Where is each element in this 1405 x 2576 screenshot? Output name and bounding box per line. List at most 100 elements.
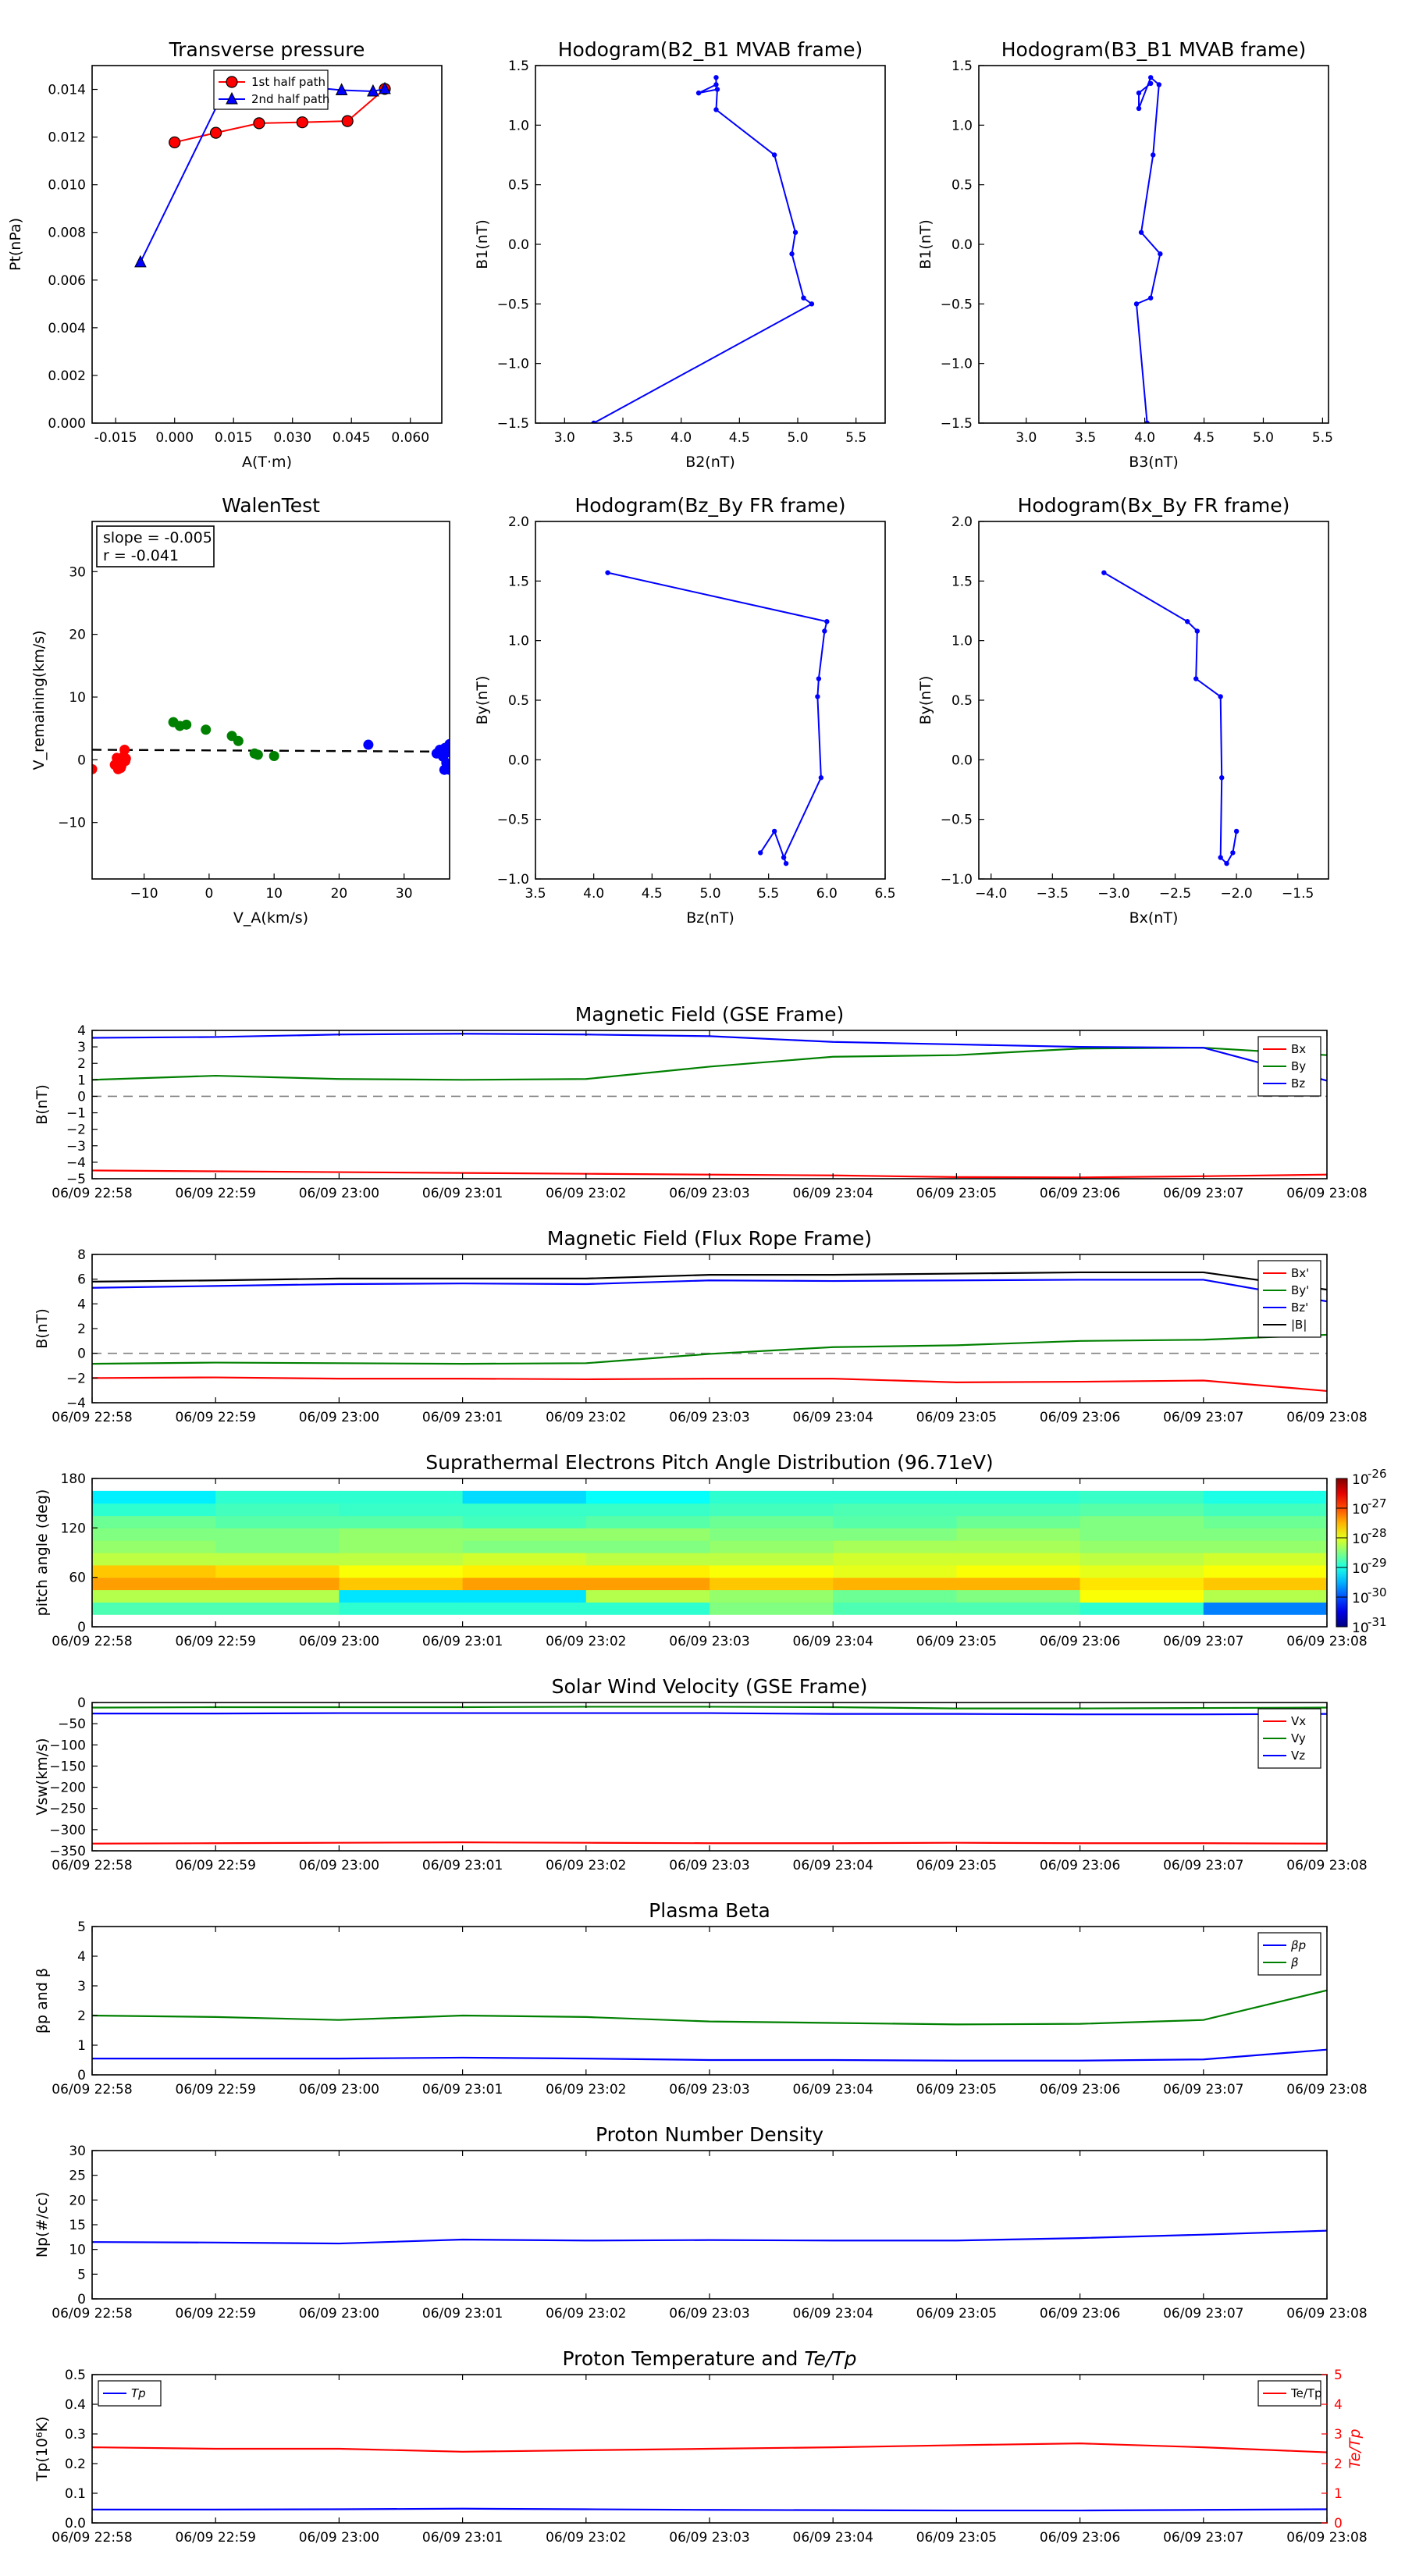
y-tick-label: 1.0 [508,118,529,133]
y-tick-label: 0.008 [48,226,86,241]
legend-label: Bx' [1291,1266,1309,1280]
x-tick-label: 06/09 23:08 [1286,1410,1367,1425]
x-tick-label: 06/09 23:05 [916,1410,997,1425]
legend-label: Bz [1291,1076,1305,1091]
y-tick-label: −4 [66,1396,86,1411]
heatmap-cell [585,1577,710,1591]
x-tick-label: 06/09 23:01 [422,2530,503,2546]
x-tick-label: 6.0 [816,886,838,902]
heatmap-cell [833,1528,957,1541]
x-tick-label: 06/09 23:06 [1040,1410,1120,1425]
data-point [771,828,777,834]
heatmap-cell [1080,1515,1204,1528]
y-tick-label: 0.5 [508,178,529,194]
heatmap-cell [956,1515,1081,1528]
heatmap-cell [1080,1528,1204,1541]
heatmap-cell [585,1515,710,1528]
y-axis-label: V_remaining(km/s) [30,630,48,770]
x-tick-label: −4.0 [975,886,1007,902]
heatmap-cell [215,1515,340,1528]
x-tick-label: 0.015 [215,430,253,446]
y-axis-label: By(nT) [917,676,934,725]
x-tick-label: 06/09 23:03 [669,2082,749,2097]
data-point [169,136,181,148]
heatmap-cell [339,1515,464,1528]
y-tick-label: 1.5 [508,574,529,589]
heatmap-cell [339,1602,464,1615]
x-tick-label: 06/09 23:04 [793,2082,873,2097]
x-tick-label: 06/09 23:00 [299,2306,379,2322]
heatmap-cell [585,1503,710,1517]
heatmap-cell [833,1577,957,1591]
x-tick-label: 5.0 [787,430,808,446]
x-tick-label: 06/09 23:04 [793,1186,873,1201]
data-point [818,775,824,781]
y-axis-label: Tp(10⁶K) [34,2417,51,2482]
heatmap-cell [1080,1553,1204,1566]
figure-canvas: Transverse pressure-0.015 0.000 0.015 0.030… [0,0,1405,2576]
x-tick-label: 06/09 23:05 [916,1186,997,1201]
x-tick-label: 06/09 23:02 [546,1634,626,1649]
heatmap-cell [710,1564,834,1578]
x-tick-label: 06/09 23:00 [299,2082,379,2097]
y-tick-label: 0.004 [48,321,86,336]
heatmap-cell [956,1503,1081,1517]
y-tick-label: 180 [61,1471,86,1487]
heatmap-cell [833,1515,957,1528]
x-tick-label: 06/09 23:07 [1163,1634,1243,1649]
data-point [1101,570,1107,575]
y-tick-label: 3 [77,1040,86,1055]
heatmap-cell [833,1540,957,1553]
x-tick-label: 5.5 [1312,430,1333,446]
data-point [253,117,265,130]
heatmap-cell [710,1528,834,1541]
x-tick-label: 06/09 23:05 [916,2306,997,2322]
x-tick-label: 06/09 23:04 [793,2306,873,2322]
x-tick-label: 06/09 22:58 [52,2082,132,2097]
chart-title: Hodogram(B3_B1 MVAB frame) [1001,38,1307,61]
x-tick-label: 06/09 23:00 [299,1186,379,1201]
y-tick-label: −10 [58,816,86,831]
heatmap-cell [215,1589,340,1603]
x-tick-label: 06/09 23:08 [1286,2530,1367,2546]
x-tick-label: 06/09 23:06 [1040,1858,1120,1873]
y-tick-label: 0.5 [65,2368,86,2383]
data-point [695,90,702,96]
y-tick-label: 0.5 [508,693,529,709]
data-point [714,87,720,92]
y-tick-label: 0.0 [508,237,529,253]
data-point [1133,301,1140,307]
chart-title: Transverse pressure [169,38,365,61]
y-tick-label: −100 [49,1738,86,1753]
heatmap-cell [215,1553,340,1566]
heatmap-cell [585,1553,710,1566]
x-tick-label: −3.0 [1097,886,1129,902]
heatmap-cell [585,1564,710,1578]
y-axis-label: Vsw(km/s) [34,1738,51,1815]
y-tick-label: 120 [61,1521,86,1536]
data-point [1219,775,1225,781]
x-axis-label: B2(nT) [685,454,735,471]
heatmap-cell [1203,1540,1328,1553]
y-axis-label: B(nT) [34,1084,51,1125]
x-tick-label: 06/09 23:08 [1286,2306,1367,2322]
data-point [815,694,820,699]
y-tick-label: 0.0 [508,753,529,768]
heatmap-cell [1203,1589,1328,1603]
x-tick-label: 06/09 22:58 [52,1858,132,1873]
y-tick-label: 1.0 [508,634,529,649]
data-point [119,744,130,755]
x-tick-label: 06/09 23:05 [916,2082,997,2097]
heatmap-cell [956,1553,1081,1566]
y-tick-label: 0 [77,2068,86,2083]
data-point [758,850,763,856]
data-point [1148,75,1154,80]
heatmap-cell [585,1490,710,1504]
colorbar-tick-label: 10 [1352,1532,1369,1547]
x-tick-label: 5.5 [845,430,866,446]
x-tick-label: −2.0 [1220,886,1252,902]
annotation-text: r = -0.041 [103,547,179,564]
data-point [1230,850,1236,856]
heatmap-cell [1203,1490,1328,1504]
y-tick-label: 1.0 [951,634,973,649]
